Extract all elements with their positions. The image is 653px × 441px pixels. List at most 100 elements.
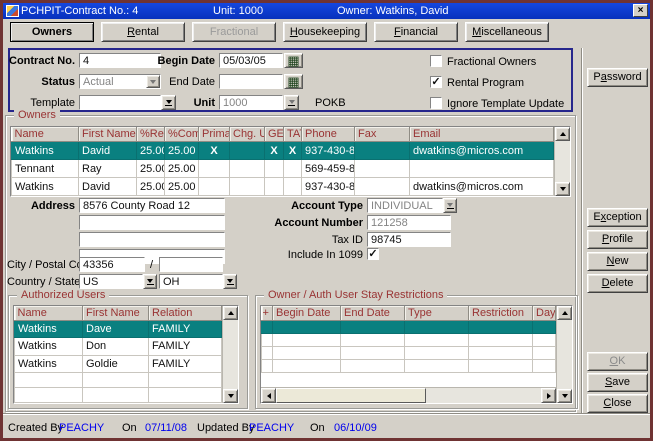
scroll-track[interactable]: [223, 320, 238, 389]
table-cell[interactable]: [341, 347, 405, 360]
owners-grid-scrollbar[interactable]: [554, 127, 570, 196]
table-cell[interactable]: Tennant: [12, 160, 79, 178]
scroll-up-icon[interactable]: [557, 306, 572, 320]
delete-button[interactable]: Delete: [587, 274, 648, 293]
scroll-track[interactable]: [557, 320, 572, 389]
table-cell[interactable]: [284, 160, 302, 178]
table-cell[interactable]: [405, 347, 469, 360]
end-date-field[interactable]: [219, 74, 283, 89]
table-cell[interactable]: [273, 334, 341, 347]
save-button[interactable]: Save: [587, 373, 648, 392]
table-cell[interactable]: [341, 360, 405, 373]
table-cell[interactable]: [265, 160, 284, 178]
table-cell[interactable]: Watkins: [15, 321, 83, 338]
table-cell[interactable]: 937-430-8741: [302, 178, 355, 196]
table-row[interactable]: [262, 347, 556, 360]
state-field[interactable]: [159, 274, 223, 289]
table-cell[interactable]: [355, 178, 410, 196]
scroll-thumb[interactable]: [276, 388, 426, 403]
table-cell[interactable]: 25.00: [137, 160, 165, 178]
table-row[interactable]: [15, 372, 222, 387]
table-cell[interactable]: Don: [83, 338, 149, 355]
begin-date-calendar-icon[interactable]: ▦: [284, 53, 303, 68]
table-cell[interactable]: David: [79, 178, 137, 196]
table-row[interactable]: WatkinsDavid25.0025.00937-430-8741dwatki…: [12, 178, 554, 196]
country-lov-icon[interactable]: [143, 274, 157, 289]
table-cell[interactable]: [405, 321, 469, 334]
table-row[interactable]: [262, 321, 556, 334]
rental-program-checkbox[interactable]: ✓: [430, 76, 442, 88]
table-cell[interactable]: [533, 321, 556, 334]
include-1099-checkbox[interactable]: ✓: [367, 248, 379, 260]
city-field[interactable]: [79, 257, 145, 272]
table-cell[interactable]: [410, 160, 554, 178]
table-cell[interactable]: FAMILY: [149, 355, 222, 372]
table-cell[interactable]: [273, 321, 341, 334]
table-cell[interactable]: 25.00: [165, 142, 199, 160]
table-cell[interactable]: Watkins: [12, 178, 79, 196]
table-row[interactable]: WatkinsGoldieFAMILY: [15, 355, 222, 372]
table-row[interactable]: WatkinsDaveFAMILY: [15, 321, 222, 338]
scroll-down-icon[interactable]: [557, 389, 572, 403]
table-cell[interactable]: 25.00: [137, 178, 165, 196]
table-cell[interactable]: [15, 372, 83, 387]
stay-restrictions-vscrollbar[interactable]: [556, 306, 572, 403]
table-cell[interactable]: Ray: [79, 160, 137, 178]
scroll-down-icon[interactable]: [223, 389, 238, 403]
table-cell[interactable]: 25.00: [165, 160, 199, 178]
table-cell[interactable]: X: [265, 142, 284, 160]
scroll-track[interactable]: [426, 388, 541, 403]
table-cell[interactable]: David: [79, 142, 137, 160]
address-line2-field[interactable]: [79, 215, 225, 230]
table-cell[interactable]: [469, 360, 533, 373]
tab-financial[interactable]: Financial: [374, 22, 458, 42]
table-cell[interactable]: [533, 360, 556, 373]
table-row[interactable]: [262, 360, 556, 373]
table-cell[interactable]: Watkins: [12, 142, 79, 160]
table-cell[interactable]: [265, 178, 284, 196]
tab-miscellaneous[interactable]: Miscellaneous: [465, 22, 549, 42]
table-cell[interactable]: [230, 178, 265, 196]
postal-field[interactable]: [159, 257, 223, 272]
table-cell[interactable]: [262, 347, 273, 360]
table-cell[interactable]: [273, 360, 341, 373]
scroll-up-icon[interactable]: [223, 306, 238, 320]
exception-button[interactable]: Exception: [587, 208, 648, 227]
table-cell[interactable]: [355, 160, 410, 178]
table-cell[interactable]: [230, 160, 265, 178]
address-line3-field[interactable]: [79, 232, 225, 247]
table-cell[interactable]: [533, 334, 556, 347]
fractional-owners-checkbox[interactable]: [430, 55, 442, 67]
table-row[interactable]: WatkinsDonFAMILY: [15, 338, 222, 355]
table-cell[interactable]: [83, 372, 149, 387]
table-cell[interactable]: [262, 360, 273, 373]
template-field[interactable]: [79, 95, 161, 110]
table-cell[interactable]: Dave: [83, 321, 149, 338]
tab-rental[interactable]: Rental: [101, 22, 185, 42]
table-cell[interactable]: [469, 321, 533, 334]
scroll-right-icon[interactable]: [541, 388, 556, 403]
profile-button[interactable]: Profile: [587, 230, 648, 249]
ignore-template-checkbox[interactable]: [430, 97, 442, 109]
state-lov-icon[interactable]: [223, 274, 237, 289]
table-cell[interactable]: [469, 347, 533, 360]
table-cell[interactable]: [262, 321, 273, 334]
scroll-down-icon[interactable]: [555, 182, 570, 196]
address-line1-field[interactable]: [79, 198, 225, 213]
table-cell[interactable]: 25.00: [137, 142, 165, 160]
close-button[interactable]: Close: [587, 394, 648, 413]
contract-no-field[interactable]: [79, 53, 161, 68]
table-row[interactable]: [262, 334, 556, 347]
table-cell[interactable]: Watkins: [15, 355, 83, 372]
table-cell[interactable]: [149, 387, 222, 402]
table-cell[interactable]: 25.00: [165, 178, 199, 196]
table-cell[interactable]: [149, 372, 222, 387]
scroll-track[interactable]: [555, 141, 570, 182]
table-cell[interactable]: [469, 334, 533, 347]
table-cell[interactable]: [199, 178, 230, 196]
end-date-calendar-icon[interactable]: ▦: [284, 74, 303, 89]
country-field[interactable]: [79, 274, 143, 289]
authorized-users-scrollbar[interactable]: [222, 306, 238, 403]
tab-housekeeping[interactable]: Housekeeping: [283, 22, 367, 42]
table-cell[interactable]: [341, 321, 405, 334]
